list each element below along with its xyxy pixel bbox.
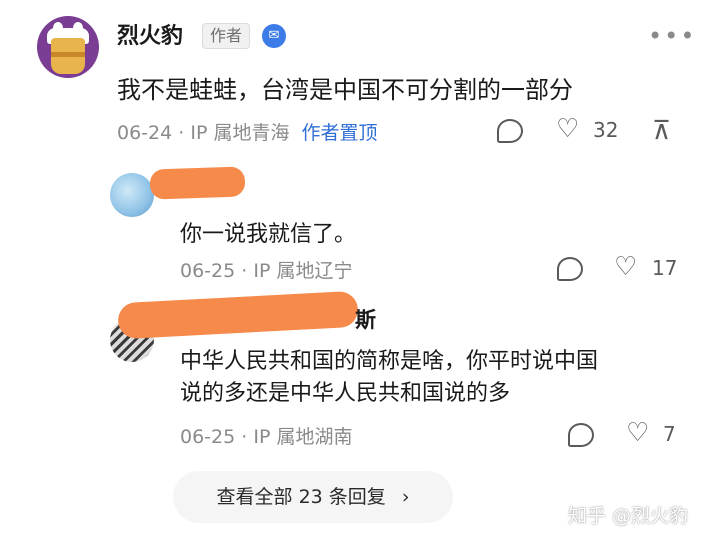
reply-meta: 06-25 · IP 属地湖南 [180,422,352,449]
pin-top-icon[interactable]: ⊼ [652,116,671,146]
heart-icon[interactable]: ♡ [614,254,637,280]
comment-bubble-icon[interactable] [568,423,594,447]
author-tag: 作者 [202,23,251,49]
like-count: 7 [663,422,676,446]
reply-location: IP 属地辽宁 [253,260,353,282]
chevron-right-icon: › [401,486,410,508]
reply-username[interactable]: 斯 [355,304,376,334]
reply-content-line: 说的多还是中华人民共和国说的多 [180,381,511,406]
reply-meta: 06-25 · IP 属地辽宁 [180,256,352,283]
reply-content: 中华人民共和国的简称是啥，你平时说中国 说的多还是中华人民共和国说的多 [180,346,680,410]
reply-date: 06-25 [180,426,236,448]
reply-separator: · [241,260,254,282]
pinned-label: 作者置顶 [301,122,378,144]
comment-bubble-icon[interactable] [557,257,583,281]
main-comment-content: 我不是蛙蛙，台湾是中国不可分割的一部分 [117,76,573,104]
like-count: 32 [593,118,619,142]
main-comment-meta: 06-24 · IP 属地青海 作者置顶 [117,118,378,145]
comment-date: 06-24 [117,122,173,144]
view-all-replies-button[interactable]: 查看全部 23 条回复 › [173,471,453,523]
comment-location: IP 属地青海 [190,122,290,144]
comment-bubble-icon[interactable] [497,119,523,143]
comment-separator: · [178,122,191,144]
heart-icon[interactable]: ♡ [626,420,649,446]
reply-avatar[interactable] [110,173,154,217]
view-all-label: 查看全部 23 条回复 [216,486,386,508]
redaction-mark [117,290,359,340]
like-count: 17 [652,256,678,280]
redaction-mark [149,166,246,200]
reply-content: 你一说我就信了。 [180,222,357,247]
author-avatar[interactable] [37,16,99,78]
reply-date: 06-25 [180,260,236,282]
more-dots-icon[interactable]: ••• [648,22,696,50]
heart-icon[interactable]: ♡ [556,116,579,142]
author-username[interactable]: 烈火豹 [117,18,183,50]
watermark: 知乎 @烈火豹 [568,505,689,527]
reply-separator: · [241,426,254,448]
verified-badge-icon: ✉ [262,24,286,48]
reply-location: IP 属地湖南 [253,426,353,448]
avatar-cup-band [51,52,85,57]
reply-content-line: 中华人民共和国的简称是啥，你平时说中国 [180,349,599,374]
